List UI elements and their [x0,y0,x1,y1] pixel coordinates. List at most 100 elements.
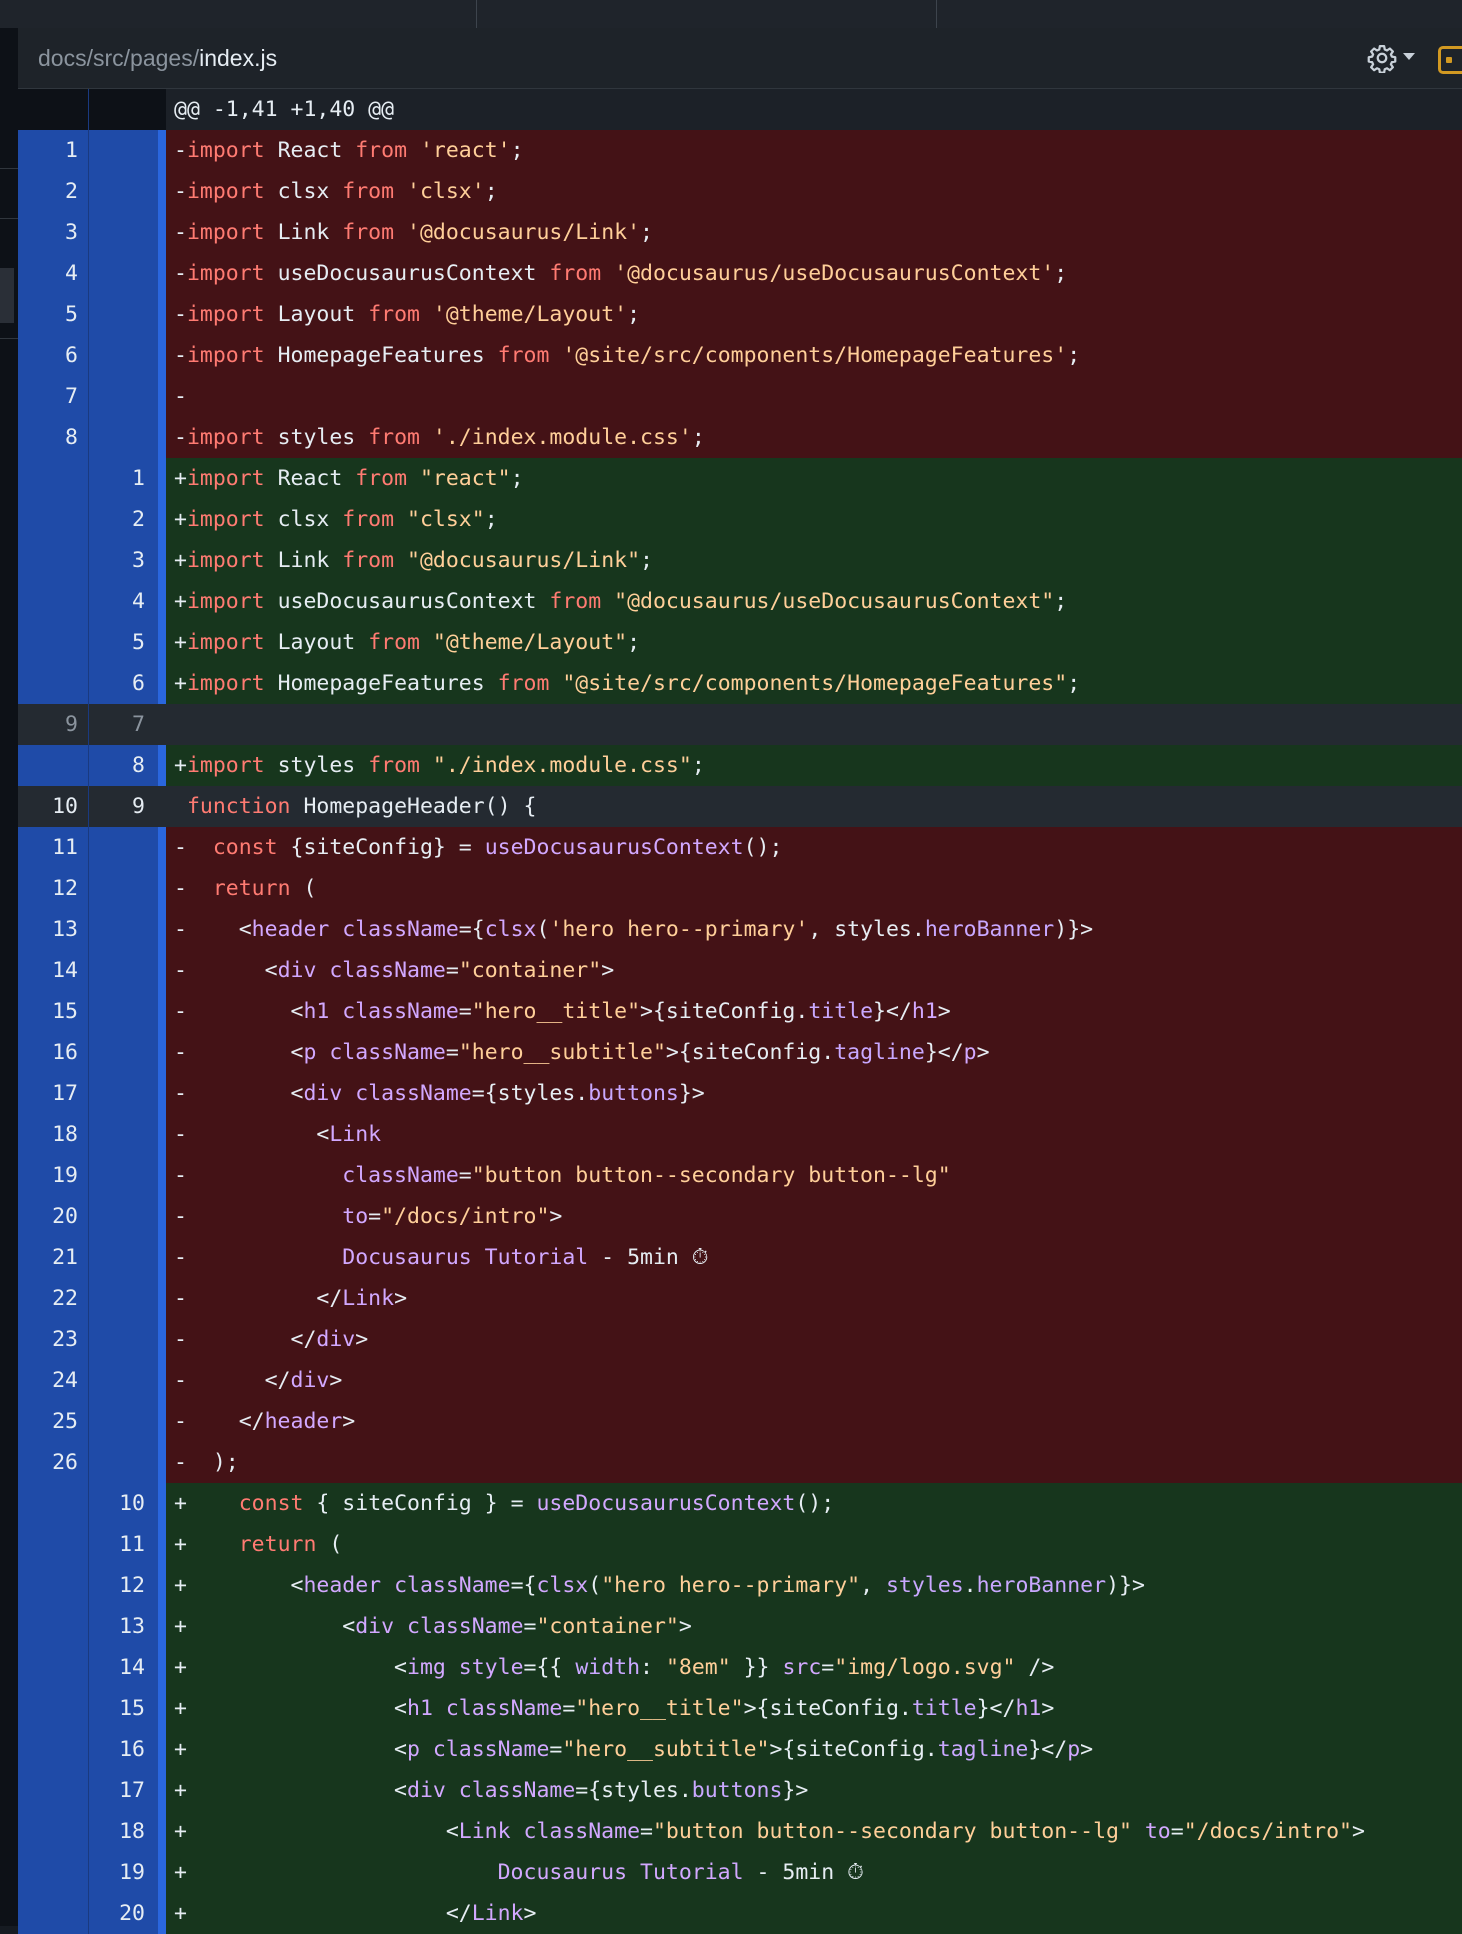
new-line-number[interactable] [88,253,158,294]
settings-menu-button[interactable] [1363,40,1421,76]
old-line-number[interactable]: 21 [18,1237,88,1278]
new-line-number[interactable]: 18 [88,1811,158,1852]
old-line-number[interactable] [18,581,88,622]
new-line-number[interactable] [88,1114,158,1155]
added-line[interactable]: 8 +import styles from "./index.module.css… [18,745,1462,786]
added-line[interactable]: 20 + </Link> [18,1893,1462,1934]
deleted-line[interactable]: 22 - </Link> [18,1278,1462,1319]
deleted-line[interactable]: 18 - <Link [18,1114,1462,1155]
added-line[interactable]: 16 + <p className="hero__subtitle">{siteC… [18,1729,1462,1770]
new-line-number[interactable] [88,1442,158,1483]
deleted-line[interactable]: 25 - </header> [18,1401,1462,1442]
new-line-number[interactable]: 13 [88,1606,158,1647]
old-line-number[interactable]: 16 [18,1032,88,1073]
old-line-number[interactable] [18,622,88,663]
old-line-number[interactable]: 18 [18,1114,88,1155]
new-line-number[interactable] [88,130,158,171]
deleted-line[interactable]: 19 - className="button button--secondary … [18,1155,1462,1196]
old-line-number[interactable]: 10 [18,786,88,827]
deleted-line[interactable]: 12 - return ( [18,868,1462,909]
deleted-line[interactable]: 3 -import Link from '@docusaurus/Link'; [18,212,1462,253]
added-line[interactable]: 12 + <header className={clsx("hero hero--… [18,1565,1462,1606]
added-line[interactable]: 2 +import clsx from "clsx"; [18,499,1462,540]
deleted-line[interactable]: 1 -import React from 'react'; [18,130,1462,171]
old-line-number[interactable]: 5 [18,294,88,335]
old-line-number[interactable]: 2 [18,171,88,212]
deleted-line[interactable]: 14 - <div className="container"> [18,950,1462,991]
new-line-number[interactable] [88,335,158,376]
old-line-number[interactable] [18,1811,88,1852]
old-line-number[interactable]: 24 [18,1360,88,1401]
new-line-number[interactable] [88,991,158,1032]
old-line-number[interactable] [18,1852,88,1893]
old-line-number[interactable]: 26 [18,1442,88,1483]
added-line[interactable]: 13 + <div className="container"> [18,1606,1462,1647]
added-line[interactable]: 11 + return ( [18,1524,1462,1565]
added-line[interactable]: 14 + <img style={{ width: "8em" }} src="i… [18,1647,1462,1688]
new-line-number[interactable] [88,417,158,458]
old-line-number[interactable] [18,1565,88,1606]
new-line-number[interactable] [88,1155,158,1196]
old-line-number[interactable] [18,745,88,786]
new-line-number[interactable]: 1 [88,458,158,499]
old-line-number[interactable] [18,1729,88,1770]
new-line-number[interactable] [88,1073,158,1114]
added-line[interactable]: 17 + <div className={styles.buttons}> [18,1770,1462,1811]
new-line-number[interactable]: 11 [88,1524,158,1565]
added-line[interactable]: 5 +import Layout from "@theme/Layout"; [18,622,1462,663]
new-line-number[interactable] [88,1237,158,1278]
new-line-number[interactable]: 10 [88,1483,158,1524]
old-line-number[interactable] [18,1606,88,1647]
deleted-line[interactable]: 15- <h1 className="hero__title">{siteCon… [18,991,1462,1032]
added-line[interactable]: 15 + <h1 className="hero__title">{siteCon… [18,1688,1462,1729]
deleted-line[interactable]: 21 - Docusaurus Tutorial - 5min ⏱ [18,1237,1462,1278]
new-line-number[interactable] [88,171,158,212]
deleted-line[interactable]: 11 - const {siteConfig} = useDocusaurusCo… [18,827,1462,868]
new-line-number[interactable] [88,827,158,868]
new-line-number[interactable] [88,212,158,253]
old-line-number[interactable] [18,1688,88,1729]
old-line-number[interactable]: 12 [18,868,88,909]
new-line-number[interactable] [88,1032,158,1073]
context-line[interactable]: 97 [18,704,1462,745]
new-line-number[interactable] [88,294,158,335]
deleted-line[interactable]: 13 - <header className={clsx('hero hero--… [18,909,1462,950]
old-line-number[interactable]: 23 [18,1319,88,1360]
new-line-number[interactable]: 20 [88,1893,158,1934]
old-line-number[interactable]: 11 [18,827,88,868]
old-line-number[interactable]: 4 [18,253,88,294]
old-line-number[interactable]: 13 [18,909,88,950]
new-line-number[interactable]: 12 [88,1565,158,1606]
deleted-line[interactable]: 24 - </div> [18,1360,1462,1401]
deleted-line[interactable]: 2 -import clsx from 'clsx'; [18,171,1462,212]
panel-icon[interactable] [1438,46,1462,74]
old-line-number[interactable] [18,663,88,704]
old-line-number[interactable]: 14 [18,950,88,991]
new-line-number[interactable] [88,909,158,950]
deleted-line[interactable]: 16- <p className="hero__subtitle">{siteC… [18,1032,1462,1073]
new-line-number[interactable] [88,1401,158,1442]
new-line-number[interactable] [88,950,158,991]
context-line[interactable]: 10 9 function HomepageHeader() { [18,786,1462,827]
added-line[interactable]: 19 + Docusaurus Tutorial - 5min ⏱ [18,1852,1462,1893]
old-line-number[interactable] [18,1483,88,1524]
new-line-number[interactable]: 7 [88,704,158,745]
new-line-number[interactable]: 3 [88,540,158,581]
added-line[interactable]: 6 +import HomepageFeatures from "@site/sr… [18,663,1462,704]
file-path[interactable]: docs/src/pages/index.js [38,28,277,88]
new-line-number[interactable]: 15 [88,1688,158,1729]
old-line-number[interactable] [18,540,88,581]
old-line-number[interactable] [18,499,88,540]
new-line-number[interactable] [88,1360,158,1401]
added-line[interactable]: 3 +import Link from "@docusaurus/Link"; [18,540,1462,581]
old-line-number[interactable]: 15 [18,991,88,1032]
old-line-number[interactable]: 17 [18,1073,88,1114]
new-line-number[interactable] [88,376,158,417]
added-line[interactable]: 1 +import React from "react"; [18,458,1462,499]
old-line-number[interactable] [18,458,88,499]
new-line-number[interactable]: 17 [88,1770,158,1811]
old-line-number[interactable] [18,1893,88,1934]
old-line-number[interactable]: 8 [18,417,88,458]
old-line-number[interactable]: 9 [18,704,88,745]
deleted-line[interactable]: 17 - <div className={styles.buttons}> [18,1073,1462,1114]
